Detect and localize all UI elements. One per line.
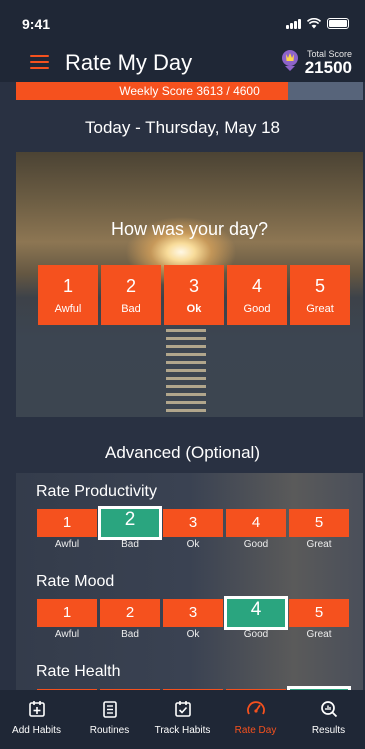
speedometer-icon	[246, 701, 265, 715]
section-title: Rate Mood	[36, 573, 115, 590]
productivity-rating-buttons: 1 2 3 4 5	[37, 506, 349, 540]
day-rating-buttons: 1 Awful 2 Bad 3 Ok 4 Good 5 Great	[38, 265, 350, 325]
rating-label: Awful	[54, 629, 80, 640]
mood-rating-labels: Awful Bad Ok Good Great	[37, 629, 349, 640]
rate-health-section: Rate Health	[16, 653, 363, 690]
today-date-heading: Today - Thursday, May 18	[85, 118, 280, 137]
tab-results[interactable]: Results	[292, 690, 365, 749]
rating-label: Bad	[121, 539, 139, 550]
tab-rate-day[interactable]: Rate Day	[219, 690, 292, 749]
rating-label: Bad	[121, 303, 141, 315]
wifi-icon	[307, 18, 321, 29]
hamburger-menu-icon[interactable]	[30, 55, 49, 69]
tab-label: Results	[311, 725, 346, 736]
tab-label: Add Habits	[12, 725, 61, 736]
section-title: Rate Productivity	[36, 483, 157, 500]
trophy-badge-icon	[282, 50, 298, 71]
day-rating-2-button[interactable]: 2 Bad	[101, 265, 161, 325]
mood-rating-buttons: 1 2 3 4 5	[37, 596, 349, 630]
rating-number: 5	[314, 276, 325, 296]
total-score: Total Score 21500	[305, 49, 352, 78]
calendar-plus-icon	[28, 701, 45, 717]
rating-label: Awful	[54, 539, 80, 550]
status-time: 9:41	[22, 16, 51, 32]
bottom-tab-bar: Add Habits Routines Track Habits Rate Da…	[0, 690, 365, 749]
rating-number: 3	[188, 276, 199, 296]
rating-label: Ok	[186, 303, 202, 315]
rating-number: 4	[251, 276, 262, 296]
rating-label: Awful	[54, 303, 82, 315]
rate-my-day-screen: 9:41 Rate My Day Total Score 21500 Weekl…	[0, 0, 365, 749]
rating-label: Good	[243, 629, 269, 640]
mood-rating-2-button[interactable]: 2	[100, 599, 160, 627]
tab-label: Rate Day	[234, 725, 277, 736]
status-bar: 9:41	[0, 0, 365, 38]
rating-label: Good	[243, 539, 269, 550]
productivity-rating-5-button[interactable]: 5	[289, 509, 349, 537]
tab-add-habits[interactable]: Add Habits	[0, 690, 73, 749]
section-title: Rate Health	[36, 663, 121, 680]
tab-track-habits[interactable]: Track Habits	[146, 690, 219, 749]
mood-rating-3-button[interactable]: 3	[163, 599, 223, 627]
tab-label: Track Habits	[154, 725, 211, 736]
rating-label: Good	[243, 303, 271, 315]
advanced-heading: Advanced (Optional)	[105, 443, 260, 462]
tab-label: Routines	[89, 725, 130, 736]
rating-label: Ok	[186, 629, 200, 640]
page-title: Rate My Day	[65, 50, 193, 75]
rating-label: Bad	[121, 629, 139, 640]
calendar-check-icon	[174, 701, 191, 717]
productivity-rating-2-button[interactable]: 2	[98, 506, 162, 540]
rate-productivity-section: Rate Productivity 1 2 3 4 5 Awful Bad Ok…	[16, 473, 363, 563]
weekly-score-label: Weekly Score 3613 / 4600	[119, 84, 260, 98]
total-score-value: 21500	[304, 58, 352, 77]
weekly-score-bar: Weekly Score 3613 / 4600	[16, 82, 363, 100]
app-header: Rate My Day Total Score 21500	[0, 38, 365, 82]
mood-rating-4-button[interactable]: 4	[224, 596, 288, 630]
rating-label: Great	[306, 539, 332, 550]
day-rating-5-button[interactable]: 5 Great	[290, 265, 350, 325]
rating-label: Ok	[186, 539, 200, 550]
rating-number: 2	[125, 276, 136, 296]
mood-rating-1-button[interactable]: 1	[37, 599, 97, 627]
productivity-rating-1-button[interactable]: 1	[37, 509, 97, 537]
battery-icon	[327, 18, 349, 29]
checklist-icon	[102, 701, 117, 718]
mood-rating-5-button[interactable]: 5	[289, 599, 349, 627]
signal-icon	[286, 18, 301, 29]
rating-label: Great	[306, 629, 332, 640]
day-rating-1-button[interactable]: 1 Awful	[38, 265, 98, 325]
day-rating-4-button[interactable]: 4 Good	[227, 265, 287, 325]
rating-number: 1	[62, 276, 73, 296]
productivity-rating-4-button[interactable]: 4	[226, 509, 286, 537]
status-icons	[286, 18, 349, 29]
tab-routines[interactable]: Routines	[73, 690, 146, 749]
day-rating-3-button[interactable]: 3 Ok	[164, 265, 224, 325]
productivity-rating-3-button[interactable]: 3	[163, 509, 223, 537]
chart-magnifier-icon	[320, 701, 337, 718]
rating-label: Great	[306, 303, 334, 315]
productivity-rating-labels: Awful Bad Ok Good Great	[37, 539, 349, 550]
hero-question: How was your day?	[110, 219, 269, 239]
rate-mood-section: Rate Mood 1 2 3 4 5 Awful Bad Ok Good Gr…	[16, 563, 363, 653]
day-rating-hero: How was your day? 1 Awful 2 Bad 3 Ok 4 G…	[16, 152, 363, 417]
